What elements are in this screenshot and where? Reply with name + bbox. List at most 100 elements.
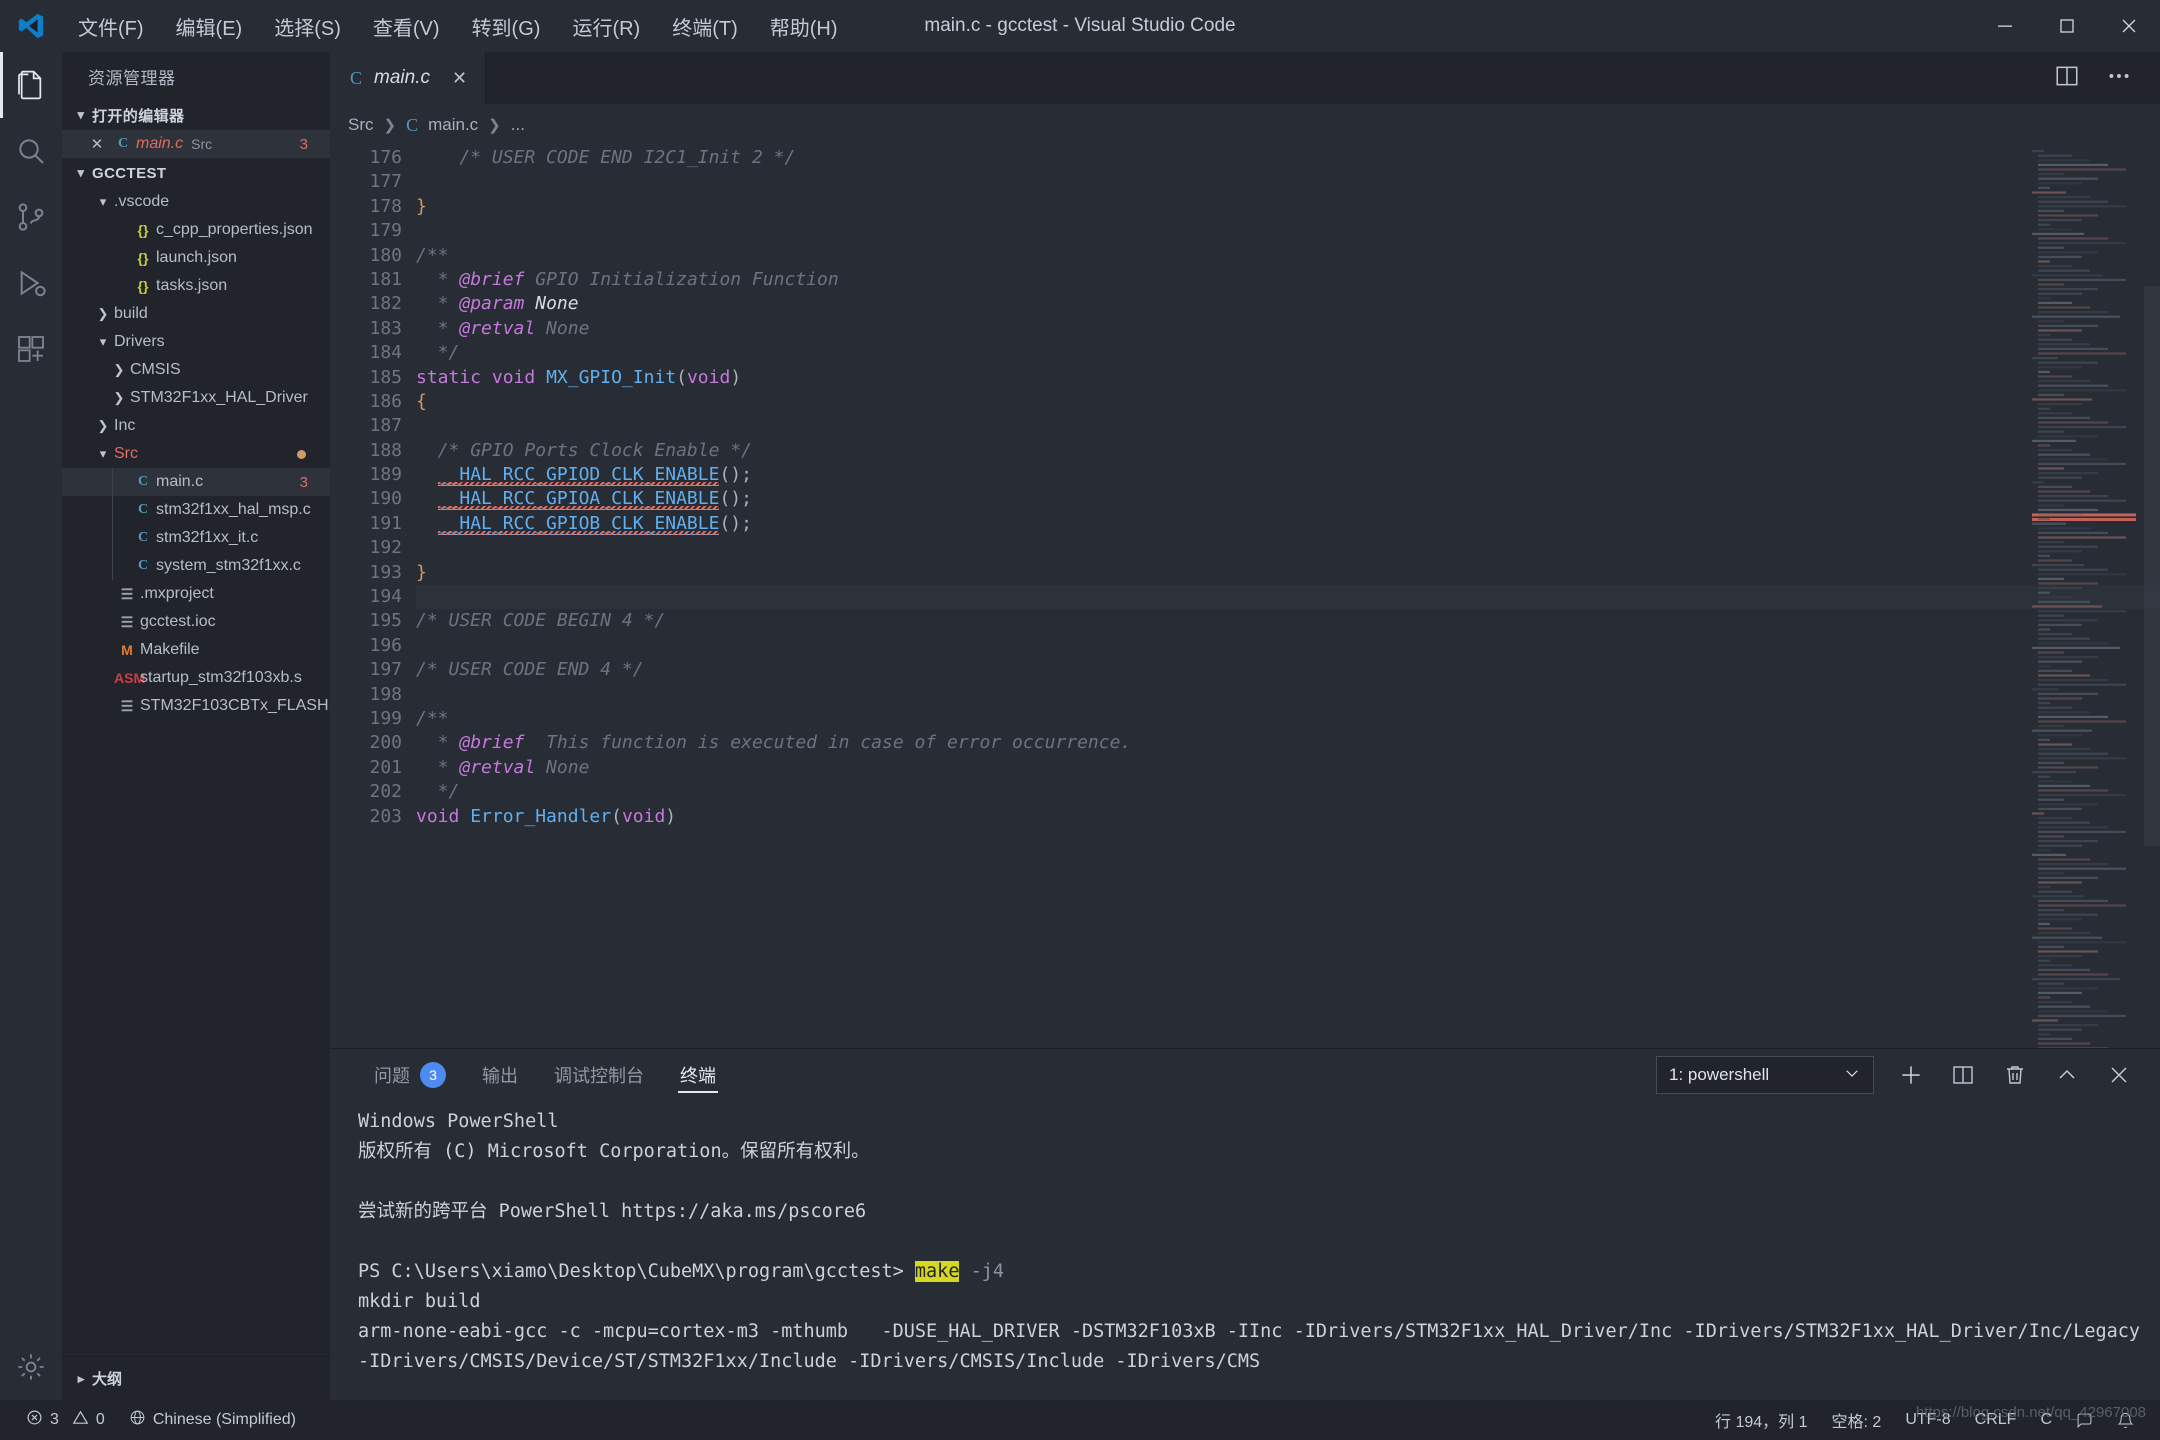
code-editor[interactable]: 176 177 178 179 180 181 182 183 184 185 186 187 188 1… xyxy=(330,146,2160,1048)
file-tree[interactable]: ▾ .vscode{} c_cpp_properties.json{} launch.… xyxy=(62,188,346,720)
add-icon[interactable] xyxy=(1896,1062,1926,1088)
code-line[interactable]: __HAL_RCC_GPIOA_CLK_ENABLE(); xyxy=(416,487,2160,511)
code-line[interactable]: */ xyxy=(416,341,2160,365)
tree-item-launch-json[interactable]: {} launch.json xyxy=(62,244,330,272)
code-line[interactable]: * @retval None xyxy=(416,317,2160,341)
status-language-mode[interactable]: Chinese (Simplified) xyxy=(117,1400,308,1440)
menu-view[interactable]: 查看(V) xyxy=(357,0,456,52)
maximize-icon[interactable] xyxy=(2036,0,2098,52)
trash-icon[interactable] xyxy=(2000,1063,2030,1087)
close-icon[interactable] xyxy=(2098,0,2160,52)
breadcrumb-file[interactable]: main.c xyxy=(428,115,478,135)
code-line[interactable]: } xyxy=(416,561,2160,585)
status-cursor-position[interactable]: 行 194，列 1 xyxy=(1703,1408,1820,1432)
code-line[interactable]: /** xyxy=(416,707,2160,731)
status-bar[interactable]: 3 0 Chinese (Simplified) 行 194，列 1 空格: 2… xyxy=(0,1400,2160,1440)
chevron-right-icon[interactable]: ❯ xyxy=(108,362,130,378)
chevron-down-icon[interactable]: ▾ xyxy=(70,107,92,123)
window-controls[interactable] xyxy=(1974,0,2160,52)
code-line[interactable] xyxy=(416,683,2160,707)
code-line[interactable] xyxy=(416,219,2160,243)
editor-tab-actions[interactable] xyxy=(2054,52,2160,104)
code-line[interactable]: * @retval None xyxy=(416,756,2160,780)
code-line[interactable]: * @param None xyxy=(416,292,2160,316)
code-line[interactable] xyxy=(416,634,2160,658)
menu-terminal[interactable]: 终端(T) xyxy=(656,0,754,52)
minimize-icon[interactable] xyxy=(1974,0,2036,52)
chevron-down-icon[interactable]: ▾ xyxy=(92,194,114,210)
code-line[interactable]: */ xyxy=(416,780,2160,804)
chevron-right-icon[interactable]: ▸ xyxy=(70,1371,92,1387)
tab-debug-console[interactable]: 调试控制台 xyxy=(536,1049,662,1101)
activity-bar[interactable] xyxy=(0,52,62,1400)
close-icon[interactable] xyxy=(2104,1063,2134,1087)
code-line[interactable] xyxy=(416,414,2160,438)
section-open-editors[interactable]: ▾ 打开的编辑器 xyxy=(62,100,330,130)
tree-item--mxproject[interactable]: ☰ .mxproject xyxy=(62,580,330,608)
tree-item-gcctest-ioc[interactable]: ☰ gcctest.ioc xyxy=(62,608,330,636)
gear-icon[interactable] xyxy=(0,1334,62,1400)
menu-go[interactable]: 转到(G) xyxy=(456,0,557,52)
code-content[interactable]: /* USER CODE END I2C1_Init 2 */ } /** * … xyxy=(416,146,2160,1048)
editor-tabs[interactable]: C main.c ✕ xyxy=(330,52,2160,104)
code-line[interactable]: * @brief This function is executed in ca… xyxy=(416,731,2160,755)
chevron-down-icon[interactable]: ▾ xyxy=(70,165,92,181)
run-debug-icon[interactable] xyxy=(0,250,62,316)
close-icon[interactable]: ✕ xyxy=(452,68,467,89)
bell-icon[interactable] xyxy=(2105,1412,2146,1429)
code-line[interactable]: /* USER CODE BEGIN 4 */ xyxy=(416,609,2160,633)
menu-file[interactable]: 文件(F) xyxy=(62,0,160,52)
tree-item-makefile[interactable]: M Makefile xyxy=(62,636,330,664)
status-indentation[interactable]: 空格: 2 xyxy=(1820,1408,1894,1432)
close-icon[interactable]: ✕ xyxy=(84,135,110,153)
breadcrumb-more[interactable]: ... xyxy=(511,115,525,135)
chevron-down-icon[interactable] xyxy=(1843,1064,1861,1087)
tree-item-drivers[interactable]: ▾ Drivers xyxy=(62,328,330,356)
tree-item-main-c[interactable]: Cmain.c 3 xyxy=(62,468,330,496)
section-project-gcctest[interactable]: ▾ GCCTEST xyxy=(62,158,330,188)
tree-item-tasks-json[interactable]: {} tasks.json xyxy=(62,272,330,300)
code-line[interactable]: /* USER CODE END 4 */ xyxy=(416,658,2160,682)
tree-item-inc[interactable]: ❯ Inc xyxy=(62,412,330,440)
panel-actions[interactable]: 1: powershell xyxy=(1656,1049,2160,1101)
code-line[interactable] xyxy=(416,585,2160,610)
code-line[interactable] xyxy=(416,536,2160,560)
chevron-down-icon[interactable]: ▾ xyxy=(92,446,114,462)
tree-item-cmsis[interactable]: ❯ CMSIS xyxy=(62,356,330,384)
code-line[interactable]: /* USER CODE END I2C1_Init 2 */ xyxy=(416,146,2160,170)
status-encoding[interactable]: UTF-8 xyxy=(1893,1411,1962,1429)
tree-item-startup-stm32f103xb-s[interactable]: ASM startup_stm32f103xb.s xyxy=(62,664,330,692)
feedback-icon[interactable] xyxy=(2064,1412,2105,1429)
terminal-select[interactable]: 1: powershell xyxy=(1656,1056,1874,1094)
code-line[interactable]: /** xyxy=(416,244,2160,268)
tree-item-stm32f1xx-hal-driver[interactable]: ❯ STM32F1xx_HAL_Driver xyxy=(62,384,330,412)
menu-selection[interactable]: 选择(S) xyxy=(258,0,357,52)
chevron-right-icon[interactable]: ❯ xyxy=(92,306,114,322)
menu-help[interactable]: 帮助(H) xyxy=(754,0,854,52)
code-line[interactable]: /* GPIO Ports Clock Enable */ xyxy=(416,439,2160,463)
chevron-right-icon[interactable]: ❯ xyxy=(92,418,114,434)
split-editor-icon[interactable] xyxy=(2054,63,2080,94)
section-outline[interactable]: ▸ 大纲 xyxy=(62,1356,330,1400)
tab-problems[interactable]: 问题 3 xyxy=(356,1049,464,1101)
code-line[interactable]: void Error_Handler(void) xyxy=(416,805,2160,829)
code-line[interactable]: __HAL_RCC_GPIOD_CLK_ENABLE(); xyxy=(416,463,2160,487)
more-actions-icon[interactable] xyxy=(2106,63,2132,94)
chevron-up-icon[interactable] xyxy=(2052,1063,2082,1087)
tree-item-build[interactable]: ❯ build xyxy=(62,300,330,328)
breadcrumb-src[interactable]: Src xyxy=(348,115,374,135)
terminal-output[interactable]: Windows PowerShell 版权所有 (C) Microsoft Cor… xyxy=(330,1101,2160,1400)
status-bar-right[interactable]: 行 194，列 1 空格: 2 UTF-8 CRLF C xyxy=(1703,1408,2146,1432)
extensions-icon[interactable] xyxy=(0,316,62,382)
explorer-icon[interactable] xyxy=(0,52,62,118)
code-line[interactable]: * @brief GPIO Initialization Function xyxy=(416,268,2160,292)
tree-item-system-stm32f1xx-c[interactable]: Csystem_stm32f1xx.c xyxy=(62,552,330,580)
source-control-icon[interactable] xyxy=(0,184,62,250)
chevron-down-icon[interactable]: ▾ xyxy=(92,334,114,350)
tree-item--vscode[interactable]: ▾ .vscode xyxy=(62,188,330,216)
tree-item-stm32f103cbtx-flash-ld[interactable]: ☰ STM32F103CBTx_FLASH.ld xyxy=(62,692,346,720)
tab-output[interactable]: 输出 xyxy=(464,1049,536,1101)
open-editor-main-c[interactable]: ✕ C main.c Src 3 xyxy=(62,130,330,158)
search-icon[interactable] xyxy=(0,118,62,184)
code-line[interactable]: __HAL_RCC_GPIOB_CLK_ENABLE(); xyxy=(416,512,2160,536)
